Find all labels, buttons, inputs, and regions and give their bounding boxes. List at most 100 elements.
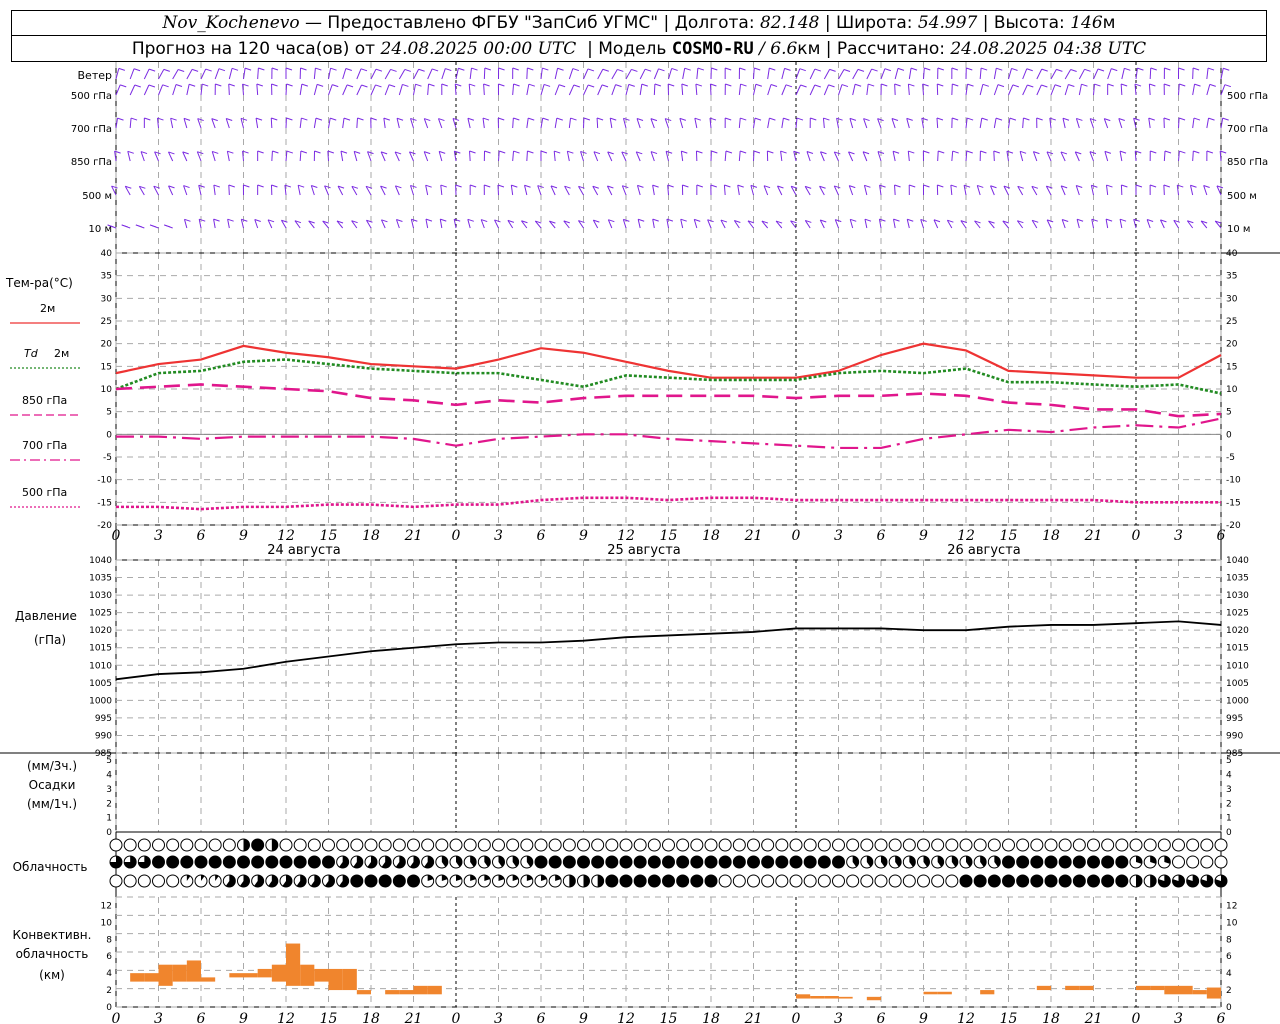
wind-barb <box>637 219 641 229</box>
wind-barb-flag <box>1081 83 1088 87</box>
wind-barb <box>370 68 377 80</box>
pressure-ytick-left: 1010 <box>89 661 112 671</box>
wind-barb <box>158 69 165 80</box>
cloud-cover-symbol <box>307 855 321 869</box>
cloud-cover-symbol <box>832 838 845 852</box>
wind-barb-flag <box>950 184 958 188</box>
wind-barb <box>809 84 816 96</box>
wind-barb-flag <box>1111 68 1118 72</box>
wind-barb <box>923 67 925 80</box>
wind-barb <box>652 219 655 229</box>
wind-barb-flag <box>388 84 396 88</box>
wind-barb-flag <box>117 117 124 121</box>
wind-barb <box>1134 83 1137 96</box>
wind-barb-flag <box>482 117 490 121</box>
conv-cloud-bar <box>356 990 371 995</box>
wind-barb-flag <box>583 117 591 121</box>
temp-ytick-left: 15 <box>101 362 112 372</box>
wind-barb <box>1206 84 1211 96</box>
wind-barb-flag <box>213 218 220 222</box>
cloud-cover-symbol <box>336 838 350 852</box>
wind-barb-flag <box>148 68 156 72</box>
cloud-cover-symbol <box>917 838 930 852</box>
wind-barb-flag <box>1163 117 1171 121</box>
conv-ytick-left: 10 <box>101 918 113 928</box>
wind-barb-flag <box>543 83 551 87</box>
wind-barb <box>129 68 135 80</box>
temp-ytick-right: 30 <box>1226 294 1238 304</box>
wind-barb-flag <box>542 67 549 71</box>
hour-tick-label-bottom: 3 <box>154 1011 163 1024</box>
wind-barb <box>979 118 983 129</box>
wind-barb <box>228 83 230 96</box>
wind-barb-flag <box>1164 150 1172 154</box>
cloud-cover-symbol <box>1172 838 1185 852</box>
cloud-cover-symbol <box>931 874 945 888</box>
wind-barb-flag <box>213 184 221 188</box>
hour-tick-label-bottom: 3 <box>834 1011 843 1024</box>
wind-barb <box>497 184 499 196</box>
wind-barb <box>993 118 997 129</box>
hour-tick-label-bottom: 0 <box>452 1011 461 1024</box>
legend-label: 850 гПа <box>22 394 67 407</box>
precip-ytick-left: 2 <box>106 799 112 809</box>
wind-barb <box>526 67 528 80</box>
wind-barb-flag <box>330 117 337 121</box>
hour-tick-label-bottom: 3 <box>1174 1011 1183 1024</box>
cloud-cover-symbol <box>775 838 789 852</box>
wind-barb <box>908 68 912 80</box>
wind-barb <box>226 151 230 162</box>
cloud-cover-symbol <box>676 874 690 888</box>
wind-barb <box>398 84 403 96</box>
cloud-cover-symbol <box>959 838 973 852</box>
wind-barb <box>1206 118 1210 129</box>
wind-barb <box>512 83 515 96</box>
cloud-cover-symbol <box>1058 838 1072 852</box>
cloud-cover-symbol <box>690 838 704 852</box>
cloud-cover-symbol <box>208 855 222 869</box>
conv-cloud-bar <box>243 973 258 978</box>
wind-level-right: 500 гПа <box>1227 91 1268 102</box>
hour-tick-label-bottom: 15 <box>320 1011 338 1024</box>
conv-cloud-bar <box>923 991 938 995</box>
wind-barb-flag <box>554 150 561 154</box>
cloud-cover-symbol <box>152 874 165 888</box>
cloud-cover-symbol <box>137 874 151 888</box>
wind-barb <box>1220 84 1226 96</box>
wind-barb-flag <box>301 83 308 87</box>
wind-barb <box>767 68 770 80</box>
wind-barb-flag <box>1121 184 1128 188</box>
wind-barb-flag <box>754 117 762 121</box>
cloud-cover-symbol <box>761 855 775 869</box>
wind-barb-flag <box>894 184 901 188</box>
cloud-cover-symbol <box>662 874 675 888</box>
wind-barb-flag <box>871 68 878 72</box>
wind-barb-flag <box>360 68 368 72</box>
hour-tick-label-bottom: 6 <box>537 1011 546 1024</box>
hour-tick-label-bottom: 12 <box>957 1011 975 1024</box>
cloud-cover-symbol <box>704 874 718 888</box>
wind-barb <box>143 68 150 80</box>
cloud-cover-symbol <box>492 838 505 852</box>
cloud-cover-symbol <box>208 838 222 852</box>
wind-barb-flag <box>1068 83 1075 87</box>
cloud-cover-fill <box>271 839 278 851</box>
cloud-cover-symbol <box>463 838 477 852</box>
cloud-cover-symbol <box>917 874 930 888</box>
cloud-cover-symbol <box>888 838 902 852</box>
wind-barb-flag <box>694 117 701 121</box>
hour-tick-label: 6 <box>197 528 206 544</box>
wind-barb <box>469 150 471 162</box>
cloud-cover-symbol <box>959 874 973 888</box>
cloud-cover-symbol <box>1186 838 1200 852</box>
wind-barb-flag <box>1135 184 1143 188</box>
cloud-cover-symbol <box>1044 838 1058 852</box>
wind-barb <box>1192 118 1195 129</box>
cloud-cover-symbol <box>633 874 647 888</box>
wind-barb-flag <box>1054 84 1062 88</box>
conv-cloud-bar <box>314 968 329 982</box>
wind-barb-flag <box>144 117 151 121</box>
cloud-cover-symbol <box>378 874 392 888</box>
wind-barb-flag <box>469 150 476 154</box>
cloud-cover-symbol <box>180 838 194 852</box>
